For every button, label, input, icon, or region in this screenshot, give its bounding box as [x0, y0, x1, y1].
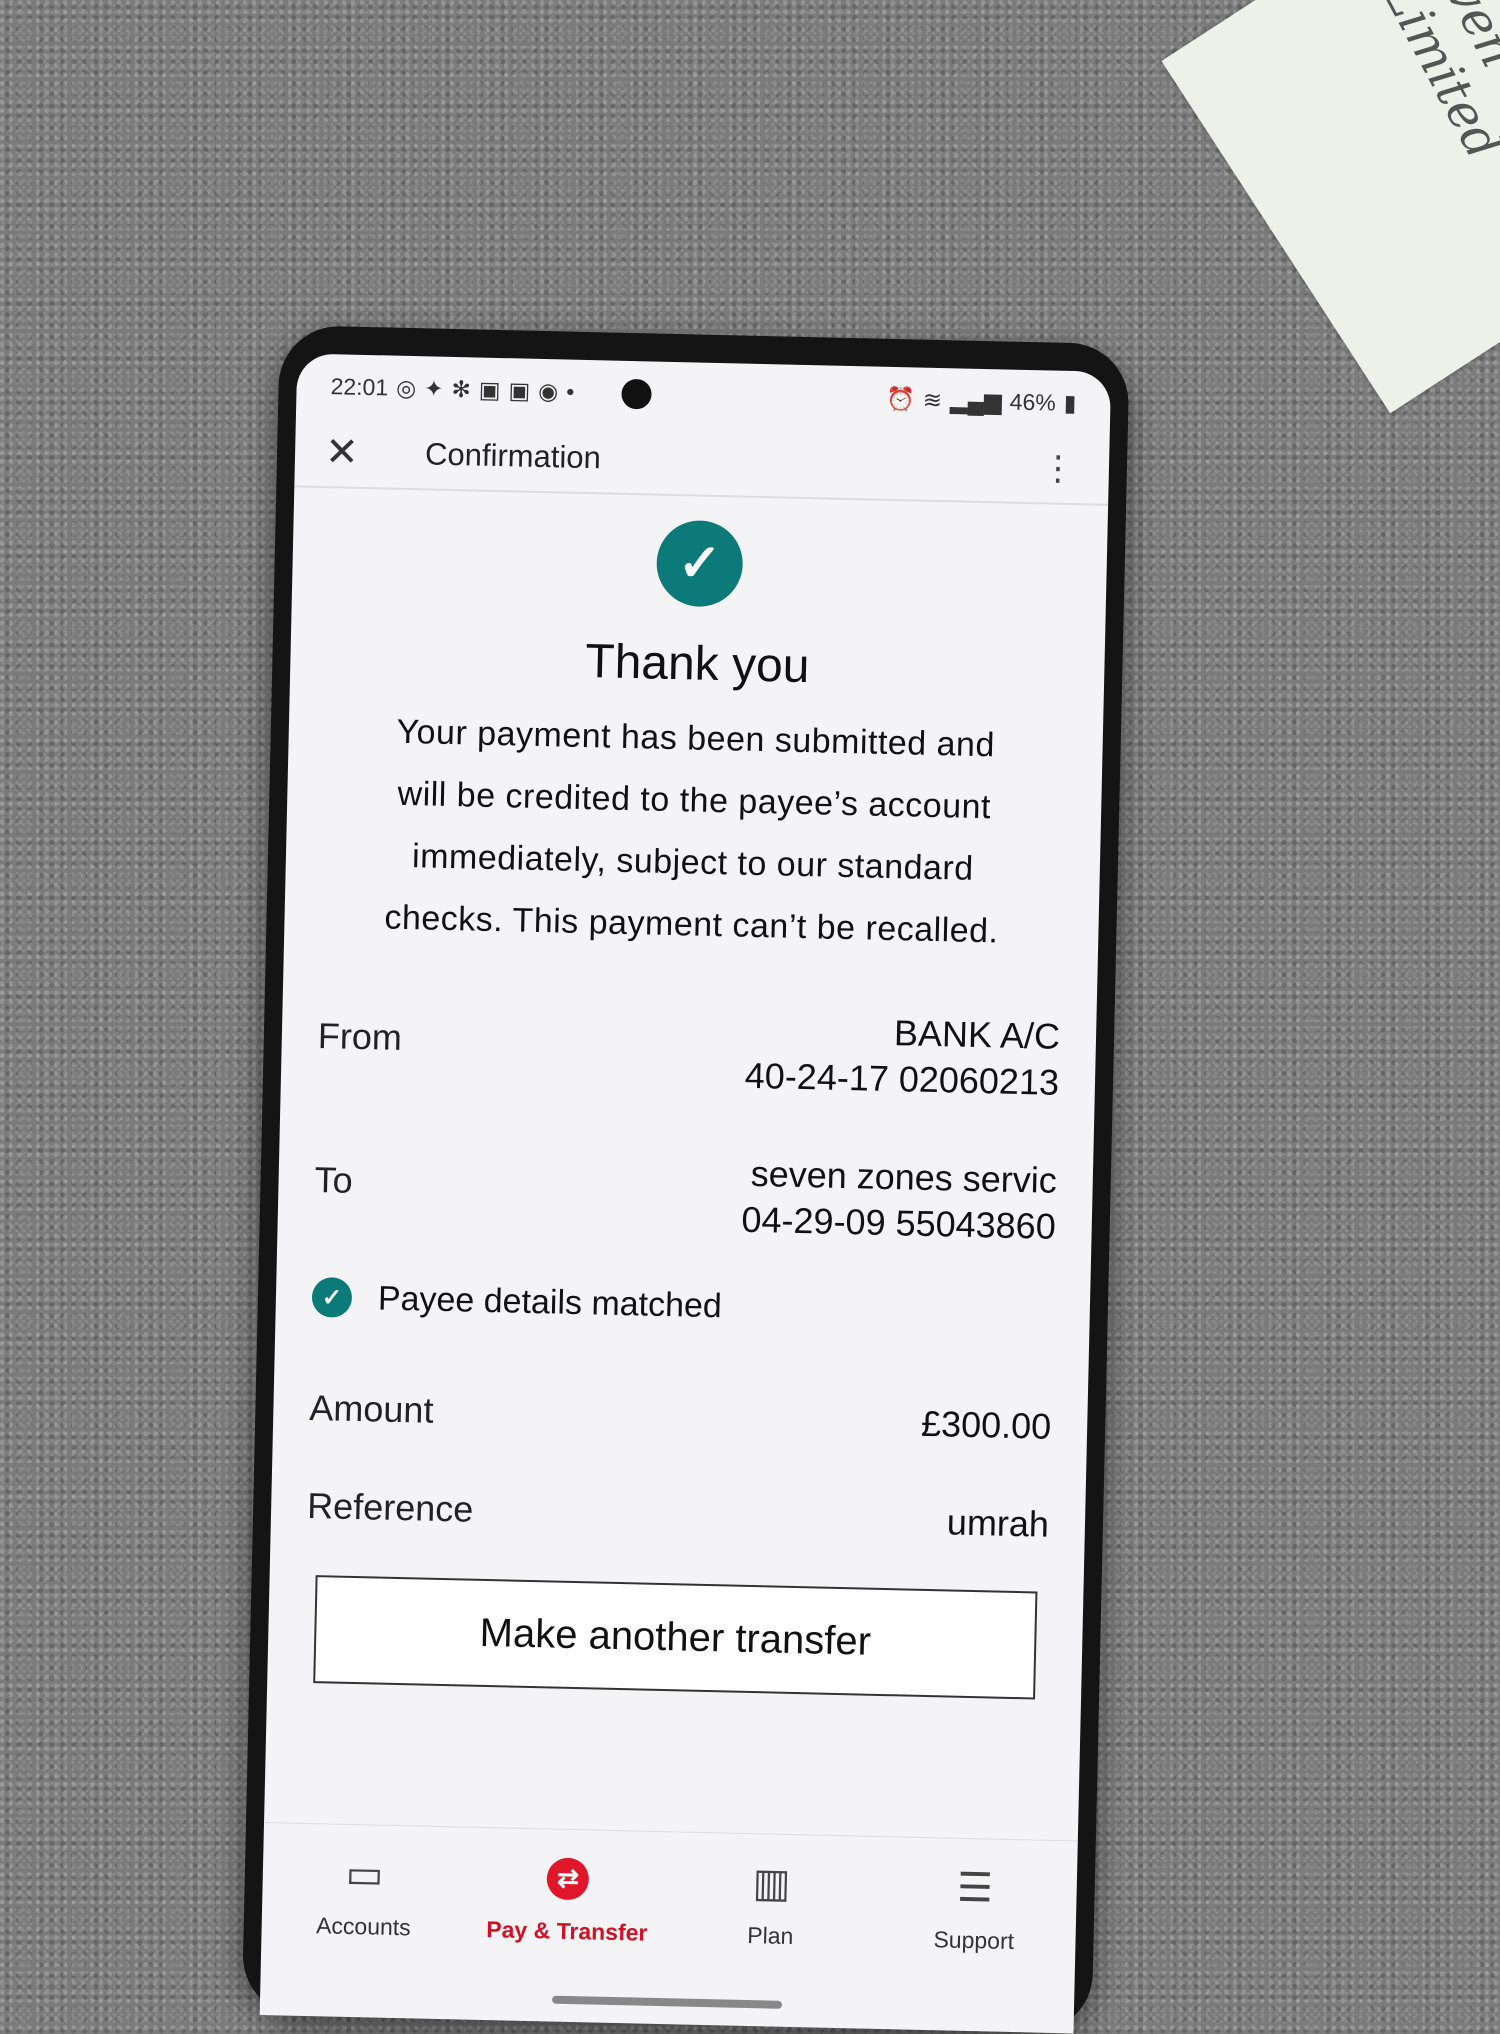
confirmation-message: Your payment has been submitted and will… — [384, 712, 999, 951]
reference-label: Reference — [306, 1484, 474, 1530]
from-account-name: BANK A/C — [893, 1012, 1061, 1057]
dot-icon: • — [566, 378, 575, 405]
nav-item-accounts[interactable]: ▭ Accounts — [273, 1849, 455, 1942]
transfer-icon-wrapper: ⇄ — [546, 1855, 590, 1902]
phone: 22:01 ◎ ✦ ✻ ▣ ▣ ◉ • ⏰ ≋ ▂▄▆ 46% ▮ ✕ Conf… — [241, 325, 1130, 2034]
amount-row: Amount £300.00 — [309, 1387, 1052, 1450]
front-camera — [621, 378, 652, 410]
from-label: From — [317, 1015, 403, 1058]
to-value: seven zones servic 04-29-09 55043860 — [741, 1151, 1057, 1250]
phone-screen: 22:01 ◎ ✦ ✻ ▣ ▣ ◉ • ⏰ ≋ ▂▄▆ 46% ▮ ✕ Conf… — [259, 353, 1112, 2034]
to-label: To — [314, 1159, 354, 1201]
payee-match-text: Payee details matched — [377, 1278, 723, 1325]
battery-level: 46% — [1009, 388, 1057, 416]
nav-item-pay-transfer[interactable]: ⇄ Pay & Transfer — [477, 1853, 659, 1946]
more-options-icon[interactable]: ⋮ — [1040, 448, 1076, 489]
confirmation-heading: Thank you — [584, 635, 811, 694]
payee-match-status: ✓ Payee details matched — [311, 1276, 1055, 1334]
page-title: Confirmation — [424, 436, 602, 476]
nav-label-support: Support — [933, 1925, 1015, 1954]
success-check-icon: ✓ — [655, 519, 744, 608]
amount-value: £300.00 — [920, 1402, 1052, 1447]
chat-icon: ☰ — [956, 1865, 994, 1911]
nav-label-plan: Plan — [747, 1921, 794, 1949]
make-another-transfer-button[interactable]: Make another transfer — [313, 1575, 1038, 1700]
status-time: 22:01 — [330, 372, 389, 400]
bottom-nav: ▭ Accounts ⇄ Pay & Transfer ▥ Plan ☰ Sup… — [260, 1822, 1078, 1982]
payee-account-number: 04-29-09 55043860 — [741, 1198, 1057, 1247]
from-value: BANK A/C 40-24-17 02060213 — [744, 1007, 1060, 1106]
notification-icon: ✻ — [451, 375, 472, 402]
alarm-icon: ⏰ — [885, 385, 916, 412]
from-account-number: 40-24-17 02060213 — [744, 1054, 1060, 1103]
wifi-icon: ≋ — [922, 386, 943, 413]
reference-value: umrah — [946, 1501, 1050, 1545]
wallet-icon: ▭ — [345, 1851, 385, 1897]
notification-icon: ✦ — [423, 374, 444, 402]
status-left: 22:01 ◎ ✦ ✻ ▣ ▣ ◉ • — [330, 373, 574, 406]
nav-label-accounts: Accounts — [315, 1911, 412, 1940]
status-right: ⏰ ≋ ▂▄▆ 46% ▮ — [886, 385, 1077, 416]
whatsapp-icon: ◎ — [395, 374, 417, 401]
signal-icon: ▂▄▆ — [949, 386, 1003, 414]
nav-item-plan[interactable]: ▥ Plan — [680, 1858, 862, 1951]
transfer-icon: ⇄ — [546, 1856, 590, 1900]
payee-name: seven zones servic — [750, 1152, 1058, 1201]
reference-row: Reference umrah — [307, 1485, 1050, 1548]
from-row: From BANK A/C 40-24-17 02060213 — [317, 997, 1061, 1106]
to-row: To seven zones servic 04-29-09 55043860 — [313, 1141, 1057, 1250]
close-icon[interactable]: ✕ — [325, 429, 386, 476]
payment-details: From BANK A/C 40-24-17 02060213 To seven… — [301, 997, 1067, 1548]
chrome-icon: ◉ — [537, 377, 559, 404]
check-icon: ✓ — [311, 1276, 353, 1318]
nav-item-support[interactable]: ☰ Support — [884, 1863, 1066, 1956]
notification-icon: ▣ — [478, 376, 501, 403]
bar-chart-icon: ▥ — [752, 1860, 791, 1906]
amount-label: Amount — [308, 1386, 434, 1431]
confirmation-content: ✓ Thank you Your payment has been submit… — [267, 487, 1108, 1700]
nav-label-pay-transfer: Pay & Transfer — [486, 1915, 648, 1946]
notification-icon: ▣ — [508, 376, 531, 404]
home-indicator[interactable] — [551, 1995, 783, 2009]
battery-icon: ▮ — [1063, 389, 1077, 416]
